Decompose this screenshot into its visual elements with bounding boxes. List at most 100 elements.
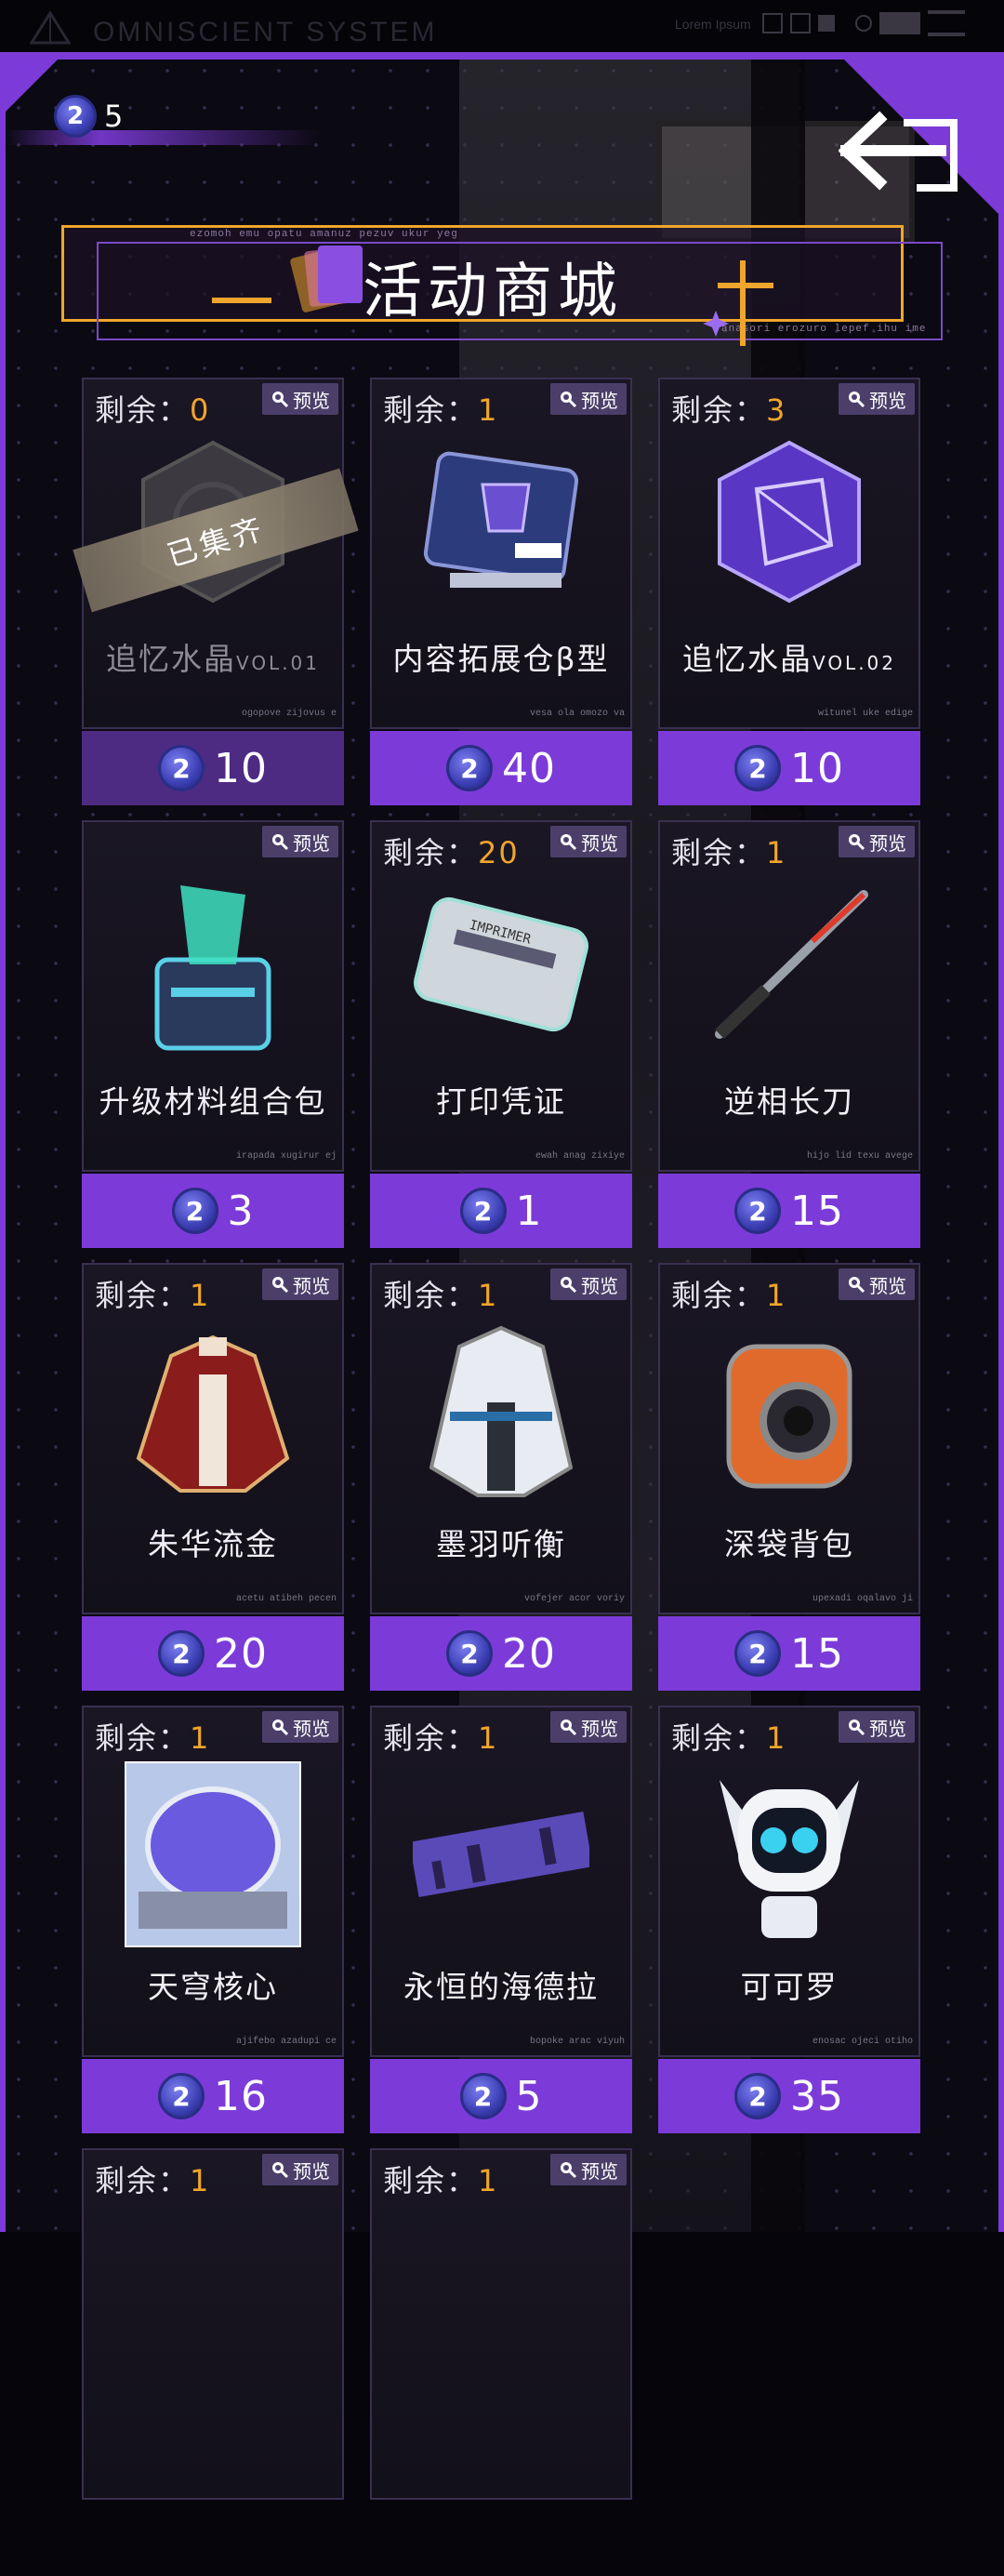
- magnifier-icon: [561, 2162, 577, 2179]
- shop-item-card[interactable]: 剩余：0 预览 已集齐 追忆水晶VOL.01 ogopove zijovus e 2 10: [73, 378, 359, 805]
- stock-count: 1: [478, 1278, 499, 1313]
- buy-price-button[interactable]: 25: [370, 2059, 632, 2133]
- stock-label: 剩余：: [383, 835, 479, 870]
- coin-icon: 2: [54, 95, 97, 138]
- item-volume: VOL.01: [235, 652, 321, 674]
- shop-item-card[interactable]: 剩余：1 预览 内容拓展仓β型 vesa ola omozo va 2 40: [370, 378, 632, 805]
- magnifier-icon: [561, 1720, 577, 1736]
- stock-count: 0: [190, 392, 211, 428]
- preview-button[interactable]: 预览: [550, 383, 627, 415]
- stock-count: 1: [478, 392, 499, 428]
- item-price: 15: [790, 1629, 844, 1678]
- preview-button[interactable]: 预览: [839, 1711, 915, 1743]
- preview-button[interactable]: 预览: [839, 826, 915, 857]
- preview-button[interactable]: 预览: [262, 1711, 338, 1743]
- stock-remaining: 剩余：1: [383, 1715, 498, 1758]
- item-price: 35: [790, 2072, 844, 2120]
- magnifier-icon: [849, 1277, 865, 1294]
- coin-icon: 2: [171, 1188, 218, 1234]
- shop-item-card[interactable]: 剩余：20 预览 IMPRIMER 打印凭证 ewah anag zixiye 2 1: [370, 820, 632, 1248]
- preview-label: 预览: [581, 1717, 618, 1740]
- preview-button[interactable]: 预览: [262, 2154, 338, 2185]
- magnifier-icon: [849, 392, 865, 408]
- buy-price-button[interactable]: 2 15: [658, 1174, 920, 1248]
- magnifier-icon: [272, 392, 289, 408]
- shop-item-card[interactable]: 剩余：1 预览 逆相长刀 hijo lid texu avege 2 15: [658, 820, 920, 1248]
- preview-button[interactable]: 预览: [839, 1268, 915, 1300]
- shop-item-card[interactable]: 剩余：1 预览 永恒的海德拉 bopoke arac viyuh 2 5: [370, 1706, 632, 2133]
- preview-button[interactable]: 预览: [550, 826, 627, 857]
- banner-dash: [212, 298, 271, 303]
- preview-button[interactable]: 预览: [550, 2154, 627, 2185]
- item-tag: acetu atibeh pecen: [235, 1594, 337, 1604]
- buy-price-button[interactable]: 2 10: [82, 731, 344, 805]
- item-name-text: 天穹核心: [148, 1969, 278, 2005]
- item-price: 15: [790, 1187, 844, 1235]
- item-price: 20: [502, 1629, 556, 1678]
- preview-label: 预览: [581, 1274, 618, 1297]
- preview-button[interactable]: 预览: [262, 383, 338, 415]
- back-arrow-icon[interactable]: [839, 102, 969, 205]
- menu-lines-icon: [928, 10, 965, 36]
- buy-price-button[interactable]: 2 16: [82, 2059, 344, 2133]
- preview-button[interactable]: 预览: [262, 826, 338, 857]
- stock-remaining: 剩余：1: [95, 1272, 210, 1315]
- shop-item-card[interactable]: 剩余：3 预览 追忆水晶VOL.02 witunel uke edige 2 10: [658, 378, 920, 805]
- shop-item-card[interactable]: 剩余：1 预览 墨羽听衡 vofejer acor voriy 2 20: [370, 1263, 632, 1691]
- item-name: 永恒的海德拉: [370, 1962, 632, 2007]
- top-status-bar: OMNISCIENT SYSTEM Lorem Ipsum: [0, 0, 1004, 54]
- stock-label: 剩余：: [383, 1720, 479, 1756]
- stock-remaining: 剩余：1: [95, 1715, 210, 1758]
- shop-item-card[interactable]: 剩余：1 预览 可可罗 enosac ojeci otiho 2 35: [658, 1706, 920, 2133]
- backpack-icon: [726, 1344, 852, 1489]
- long-blade-icon: [715, 890, 868, 1040]
- buy-price-button[interactable]: 2 35: [658, 2059, 920, 2133]
- buy-price-button[interactable]: 21: [370, 1174, 632, 1248]
- circle-icon: [855, 15, 872, 32]
- print-ticket-icon: IMPRIMER: [414, 896, 588, 1032]
- stock-remaining: 剩余：1: [671, 1715, 786, 1758]
- dome-core-icon: [125, 1761, 301, 1947]
- stock-remaining: 剩余：3: [671, 387, 786, 430]
- stock-label: 剩余：: [671, 1278, 767, 1313]
- stock-count: 1: [190, 1278, 211, 1313]
- item-name: 追忆水晶VOL.01: [82, 634, 344, 679]
- item-tag: ewah anag zixiye: [535, 1151, 625, 1162]
- coin-icon: 2: [158, 745, 205, 791]
- currency-amount: 5: [104, 99, 124, 134]
- buy-price-button[interactable]: 2 15: [658, 1616, 920, 1691]
- buy-price-button[interactable]: 2 10: [658, 731, 920, 805]
- shop-item-card[interactable]: 剩余：1 预览 深袋背包 upexadi oqalavo ji 2 15: [658, 1263, 920, 1691]
- shop-item-card[interactable]: 剩余：1 预览 朱华流金 acetu atibeh pecen 2 20: [82, 1263, 344, 1691]
- currency-display: 2 5: [54, 95, 123, 138]
- buy-price-button[interactable]: 2 40: [370, 731, 632, 805]
- preview-label: 预览: [869, 1274, 906, 1297]
- stock-count: 1: [766, 1720, 787, 1756]
- item-name-text: 墨羽听衡: [436, 1526, 566, 1562]
- preview-button[interactable]: 预览: [839, 383, 915, 415]
- coin-icon: 2: [734, 1188, 781, 1234]
- coin-icon: 2: [734, 2073, 781, 2119]
- coin-icon: 2: [158, 2073, 205, 2119]
- buy-price-button[interactable]: 23: [82, 1174, 344, 1248]
- magnifier-icon: [272, 834, 289, 851]
- banner-micro-top: ezomoh emu opatu amanuz pezuv ukur yeg: [190, 229, 458, 240]
- shop-item-card[interactable]: 剩余：1 预览: [370, 2148, 632, 2576]
- buy-price-button[interactable]: 2 20: [82, 1616, 344, 1691]
- preview-button[interactable]: 预览: [550, 1268, 627, 1300]
- page-title: 活动商城: [363, 258, 623, 326]
- buy-price-button[interactable]: 2 20: [370, 1616, 632, 1691]
- item-name-text: 内容拓展仓β型: [392, 641, 610, 677]
- item-name-text: 打印凭证: [436, 1083, 566, 1120]
- shop-item-card[interactable]: 剩余：1 预览 天穹核心 ajifebo azadupi ce 2 16: [82, 1706, 344, 2133]
- coin-icon: 2: [446, 1630, 493, 1677]
- shop-item-card[interactable]: 预览 升级材料组合包 irapada xugirur ej 2 3: [82, 820, 344, 1248]
- image-icon: [879, 12, 920, 34]
- preview-button[interactable]: 预览: [262, 1268, 338, 1300]
- system-name: OMNISCIENT SYSTEM: [93, 17, 438, 47]
- preview-button[interactable]: 预览: [550, 1711, 627, 1743]
- stock-count: 1: [766, 1278, 787, 1313]
- stock-remaining: 剩余：1: [383, 2158, 498, 2200]
- preview-label: 预览: [293, 2159, 330, 2183]
- shop-item-card[interactable]: 剩余：1 预览: [82, 2148, 344, 2576]
